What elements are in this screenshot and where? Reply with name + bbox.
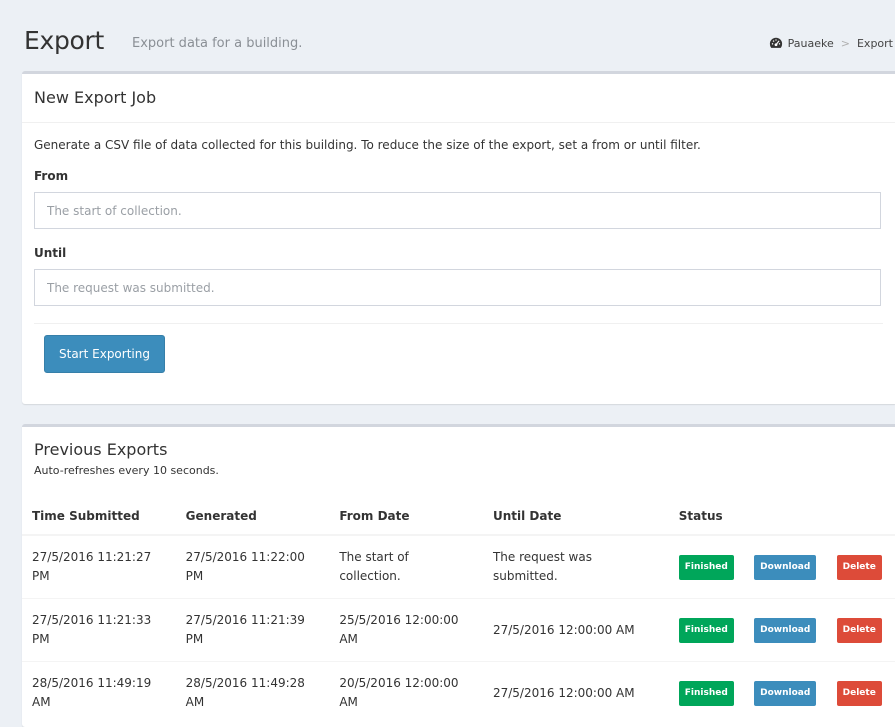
delete-button[interactable]: Delete xyxy=(836,680,882,706)
table-row: 27/5/2016 11:21:33 PM 27/5/2016 11:21:39… xyxy=(22,598,895,662)
cell-from-date: 20/5/2016 12:00:00 AM xyxy=(329,661,483,724)
cell-download: Download xyxy=(744,661,827,724)
breadcrumb-link-building[interactable]: Pauaeke xyxy=(788,37,834,50)
previous-exports-box: Previous Exports Auto-refreshes every 10… xyxy=(22,424,895,727)
page-title: Export xyxy=(24,26,105,55)
table-row: 27/5/2016 11:21:27 PM 27/5/2016 11:22:00… xyxy=(22,534,895,599)
column-header-generated: Generated xyxy=(175,498,330,536)
cell-download: Download xyxy=(744,534,827,599)
table-header-row: Time Submitted Generated From Date Until… xyxy=(22,498,895,536)
cell-generated: 28/5/2016 11:49:28 AM xyxy=(175,661,330,724)
breadcrumb: Pauaeke > Export xyxy=(769,36,893,50)
from-date-input[interactable] xyxy=(34,192,881,229)
cell-time-submitted: 27/5/2016 11:21:27 PM xyxy=(22,534,176,599)
column-header-until-date: Until Date xyxy=(482,498,669,536)
dashboard-icon xyxy=(769,36,783,50)
new-export-job-header: New Export Job xyxy=(22,74,895,123)
form-divider xyxy=(34,323,883,324)
column-header-status: Status xyxy=(668,498,745,536)
cell-generated: 27/5/2016 11:21:39 PM xyxy=(175,598,330,662)
delete-button[interactable]: Delete xyxy=(836,554,882,580)
column-header-time-submitted: Time Submitted xyxy=(22,498,176,536)
delete-button[interactable]: Delete xyxy=(836,617,882,643)
status-badge: Finished xyxy=(678,554,734,580)
cell-status: Finished xyxy=(668,598,745,662)
column-header-delete xyxy=(826,498,895,536)
page-subtitle: Export data for a building. xyxy=(132,36,303,51)
download-button[interactable]: Download xyxy=(754,617,817,643)
cell-status: Finished xyxy=(668,534,745,599)
cell-until-date: The request was submitted. xyxy=(482,534,669,599)
new-export-job-box: New Export Job Generate a CSV file of da… xyxy=(22,71,895,404)
until-label: Until xyxy=(34,246,67,260)
download-button[interactable]: Download xyxy=(754,554,817,580)
until-date-input[interactable] xyxy=(34,269,881,306)
breadcrumb-separator: > xyxy=(840,36,850,50)
cell-time-submitted: 28/5/2016 11:49:19 AM xyxy=(22,661,176,724)
exports-table: Time Submitted Generated From Date Until… xyxy=(22,498,895,724)
cell-until-date: 27/5/2016 12:00:00 AM xyxy=(482,661,669,724)
start-exporting-button[interactable]: Start Exporting xyxy=(44,335,165,373)
new-export-job-title: New Export Job xyxy=(34,88,157,107)
auto-refresh-note: Auto-refreshes every 10 seconds. xyxy=(34,464,219,477)
column-header-from-date: From Date xyxy=(329,498,483,536)
breadcrumb-current: Export xyxy=(856,36,893,50)
status-badge: Finished xyxy=(678,617,734,643)
previous-exports-header: Previous Exports Auto-refreshes every 10… xyxy=(22,427,895,477)
content-header: Export Export data for a building. Pauae… xyxy=(24,22,895,66)
cell-delete: Delete xyxy=(826,661,895,724)
cell-delete: Delete xyxy=(826,534,895,599)
cell-delete: Delete xyxy=(826,598,895,662)
export-description: Generate a CSV file of data collected fo… xyxy=(34,138,701,152)
cell-from-date: 25/5/2016 12:00:00 AM xyxy=(329,598,483,662)
status-badge: Finished xyxy=(678,680,734,706)
column-header-download xyxy=(744,498,827,536)
cell-until-date: 27/5/2016 12:00:00 AM xyxy=(482,598,669,662)
table-row: 28/5/2016 11:49:19 AM 28/5/2016 11:49:28… xyxy=(22,661,895,724)
previous-exports-title: Previous Exports xyxy=(34,440,168,459)
cell-generated: 27/5/2016 11:22:00 PM xyxy=(175,534,330,599)
cell-download: Download xyxy=(744,598,827,662)
new-export-job-form: Generate a CSV file of data collected fo… xyxy=(22,138,895,373)
download-button[interactable]: Download xyxy=(754,680,817,706)
cell-from-date: The start of collection. xyxy=(329,534,483,599)
from-label: From xyxy=(34,169,69,183)
cell-status: Finished xyxy=(668,661,745,724)
cell-time-submitted: 27/5/2016 11:21:33 PM xyxy=(22,598,176,662)
